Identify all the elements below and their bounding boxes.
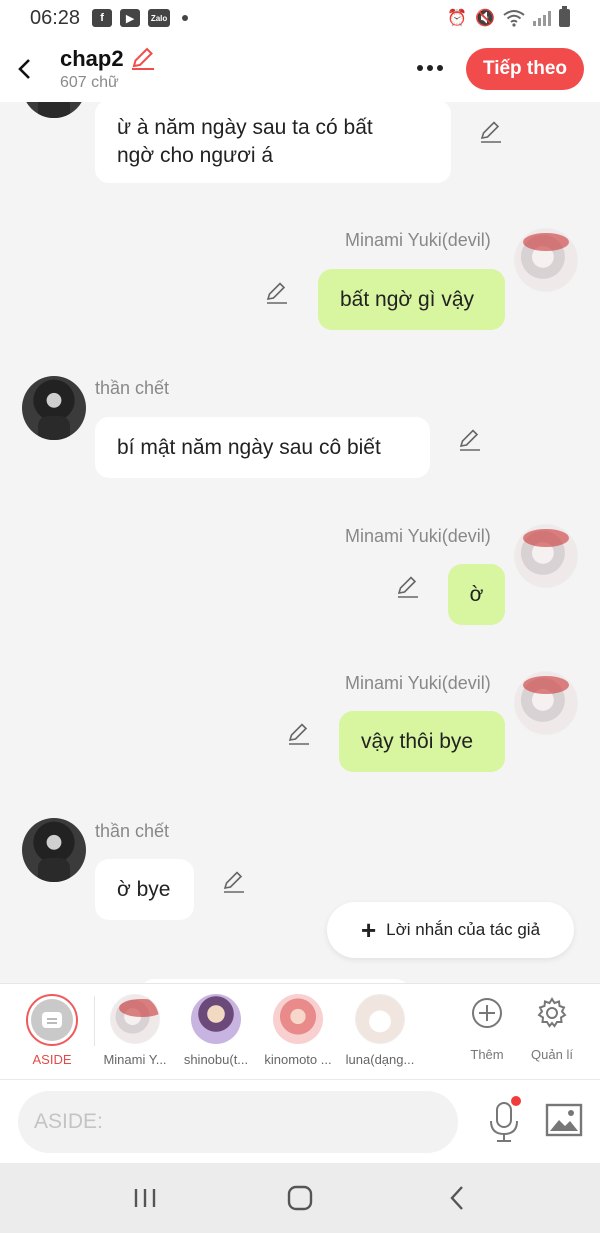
avatar-than-chet[interactable] [22, 102, 86, 118]
character-avatar [191, 994, 241, 1044]
sender-name: Minami Yuki(devil) [345, 526, 491, 546]
manage-label: Quản lí [531, 1047, 573, 1062]
facebook-icon: f [92, 9, 113, 27]
word-count: 607 chữ [60, 74, 119, 91]
character-name: kinomoto ... [264, 1052, 332, 1067]
edit-message-icon[interactable] [479, 120, 503, 144]
edit-message-icon[interactable] [265, 281, 289, 305]
add-label: Thêm [470, 1047, 504, 1062]
message-bubble[interactable]: ờ bye [95, 859, 194, 920]
aside-label: ASIDE [32, 1052, 72, 1067]
sender-name: Minami Yuki(devil) [345, 230, 491, 250]
aside-button[interactable] [26, 994, 78, 1046]
notification-dot-icon [182, 15, 189, 21]
character-kinomoto[interactable]: kinomoto ... [258, 994, 338, 1067]
message-icon [42, 1012, 62, 1028]
edit-message-icon[interactable] [222, 870, 246, 894]
character-avatar [273, 994, 323, 1044]
message-bubble[interactable]: ừ à năm ngày sau ta có bất ngờ cho ngươi… [95, 102, 451, 183]
avatar-than-chet[interactable] [22, 818, 86, 882]
signal-icon [533, 10, 551, 26]
avatar-minami-yuki[interactable] [514, 228, 578, 292]
chapter-header: chap2 607 chữ Tiếp theo [0, 36, 600, 102]
message-bubble[interactable]: ờ [448, 564, 505, 625]
title-block: chap2 607 chữ [60, 46, 156, 92]
avatar-minami-yuki[interactable] [514, 671, 578, 735]
character-name: Minami Y... [103, 1052, 167, 1067]
chat-area[interactable]: ừ à năm ngày sau ta có bất ngờ cho ngươi… [0, 102, 600, 983]
manage-button[interactable]: Quản lí [520, 996, 584, 1062]
edit-message-icon[interactable] [458, 428, 482, 452]
character-avatar [110, 994, 160, 1044]
wifi-icon [503, 10, 525, 27]
image-button[interactable] [545, 1103, 583, 1137]
edit-message-icon[interactable] [287, 722, 311, 746]
message-text: vậy thôi bye [361, 729, 474, 753]
recording-dot-icon [511, 1096, 521, 1106]
mute-icon: 🔇 [475, 10, 495, 27]
chevron-left-icon [18, 59, 30, 79]
microphone-icon [490, 1102, 518, 1142]
add-character-button[interactable]: Thêm [455, 996, 519, 1062]
avatar-than-chet[interactable] [22, 376, 86, 440]
message-text: ờ bye [117, 877, 171, 901]
zalo-icon: Zalo [148, 9, 171, 27]
edit-message-icon[interactable] [396, 575, 420, 599]
message-text: ừ à năm ngày sau ta có bất [117, 115, 373, 139]
sender-name: thần chết [95, 821, 170, 841]
character-name: shinobu(t... [183, 1052, 249, 1067]
alarm-icon: ⏰ [447, 10, 468, 27]
home-icon [287, 1185, 313, 1211]
avatar-minami-yuki[interactable] [514, 524, 578, 588]
sender-name: thần chết [95, 378, 170, 398]
edit-title-icon[interactable] [130, 47, 156, 71]
plus-icon: + [360, 915, 377, 945]
status-indicators: ⏰ 🔇 [447, 6, 570, 28]
chapter-title[interactable]: chap2 [60, 46, 124, 72]
message-bubble[interactable]: bí mật năm ngày sau cô biết [95, 417, 430, 478]
message-text: ờ [469, 582, 484, 606]
message-bubble[interactable]: bất ngờ gì vậy [318, 269, 505, 330]
character-bar: ASIDE Minami Y... shinobu(t... kinomoto … [0, 983, 600, 1079]
battery-icon [559, 6, 570, 27]
sender-name: Minami Yuki(devil) [345, 673, 491, 693]
message-input[interactable] [18, 1091, 458, 1153]
next-button[interactable]: Tiếp theo [466, 48, 584, 90]
compose-bar [0, 1079, 600, 1163]
character-shinobu[interactable]: shinobu(t... [176, 994, 256, 1067]
recent-apps-icon [134, 1189, 156, 1207]
recent-apps-button[interactable] [125, 1181, 165, 1215]
author-note-label: Lời nhắn của tác giả [386, 920, 541, 939]
message-text: bất ngờ gì vậy [340, 287, 475, 311]
voice-button[interactable] [484, 1096, 524, 1144]
home-button[interactable] [280, 1181, 320, 1215]
status-time: 06:28 [30, 6, 81, 29]
author-note-button[interactable]: + Lời nhắn của tác giả [327, 902, 574, 958]
back-arrow-icon [450, 1186, 463, 1210]
status-bar: 06:28 f ▶ Zalo ⏰ 🔇 [0, 0, 600, 36]
back-button[interactable] [2, 47, 46, 91]
plus-circle-icon [472, 998, 502, 1028]
youtube-icon: ▶ [120, 9, 141, 27]
system-back-button[interactable] [437, 1181, 477, 1215]
gear-icon [537, 997, 567, 1028]
message-bubble[interactable]: vậy thôi bye [339, 711, 505, 772]
message-text: ngờ cho ngươi á [117, 143, 274, 167]
character-avatar [355, 994, 405, 1044]
system-nav-bar [0, 1163, 600, 1233]
image-icon [545, 1103, 583, 1137]
character-luna[interactable]: luna(dạng... [340, 994, 420, 1067]
more-options-button[interactable] [410, 50, 450, 86]
character-minami[interactable]: Minami Y... [95, 994, 175, 1067]
character-name: luna(dạng... [345, 1052, 415, 1067]
message-text: bí mật năm ngày sau cô biết [117, 435, 381, 459]
